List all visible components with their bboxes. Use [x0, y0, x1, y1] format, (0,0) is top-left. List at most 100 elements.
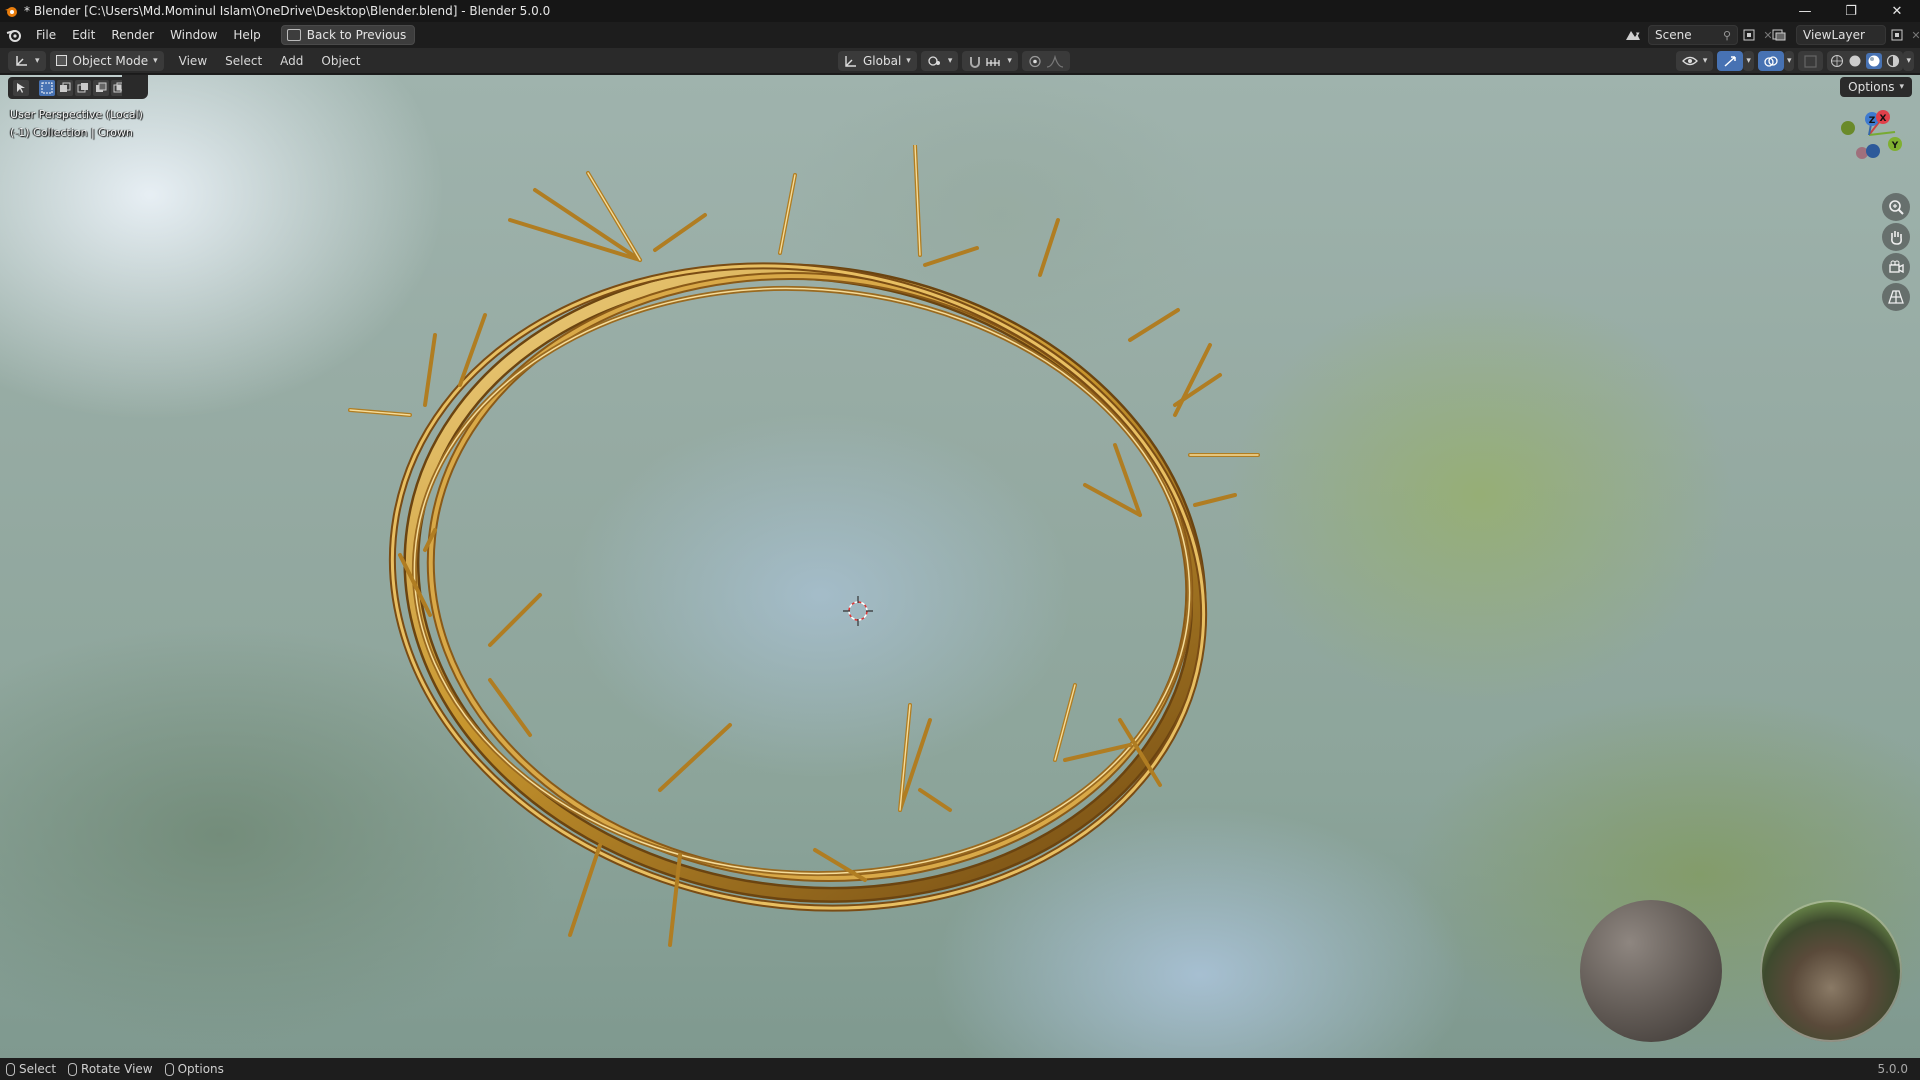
back-to-previous-button[interactable]: Back to Previous	[280, 25, 416, 45]
gizmos-toggle[interactable]	[1717, 51, 1744, 71]
tweak-tool-icon[interactable]	[13, 80, 29, 96]
proportional-editing-toggle[interactable]	[1021, 51, 1070, 71]
material-preview-shading-button[interactable]	[1866, 53, 1883, 69]
status-rotate-hint: Rotate View	[68, 1062, 153, 1076]
toolbar-tab	[122, 75, 148, 99]
material-preview-icon	[1868, 55, 1880, 67]
transform-orientation-dropdown[interactable]: Global ▾	[838, 51, 917, 71]
middle-mouse-icon	[68, 1062, 78, 1076]
gizmo-x-label: X	[1880, 114, 1887, 124]
proportional-edit-icon	[1029, 55, 1041, 67]
select-tool-row	[8, 77, 132, 99]
camera-icon	[1889, 260, 1904, 274]
zoom-icon	[1889, 200, 1904, 215]
overlays-dropdown[interactable]: ▾	[1783, 51, 1795, 71]
object-mode-icon	[55, 55, 67, 66]
maximize-button[interactable]: ❐	[1828, 0, 1874, 22]
viewport-header: ▾ Object Mode ▾ View Select Add Object G…	[0, 48, 1920, 74]
rendered-shading-icon[interactable]	[1886, 54, 1900, 68]
hdri-sphere-preview	[1760, 900, 1902, 1042]
select-difference-icon[interactable]	[93, 80, 109, 96]
scene-name: Scene	[1655, 28, 1692, 42]
shading-modes-group	[1827, 51, 1904, 71]
minimize-button[interactable]: —	[1782, 0, 1828, 22]
hand-icon	[1891, 231, 1902, 245]
gizmo-neg-y-circle[interactable]	[1841, 121, 1855, 135]
scene-type-icon[interactable]: ▾	[1618, 25, 1648, 45]
back-to-previous-label: Back to Previous	[306, 28, 407, 42]
window-title: * Blender [C:\Users\Md.Mominul Islam\One…	[24, 4, 551, 18]
gizmo-icon	[1724, 55, 1737, 67]
crown-of-thorns-model[interactable]	[340, 145, 1380, 1058]
gizmo-z-label: Z	[1869, 116, 1876, 126]
viewport-options-label: Options	[1848, 80, 1895, 94]
right-mouse-icon	[164, 1062, 174, 1076]
perspective-toggle-button[interactable]	[1882, 283, 1910, 311]
falloff-icon	[1046, 54, 1063, 68]
viewport-options-button[interactable]: Options ▾	[1840, 77, 1912, 97]
orientation-icon	[845, 55, 856, 67]
pan-view-button[interactable]	[1882, 223, 1910, 251]
overlays-toggle[interactable]	[1757, 51, 1784, 71]
blender-app-icon	[0, 0, 22, 22]
snap-toggle[interactable]: ▾	[962, 51, 1018, 71]
3d-viewport[interactable]: User Perspective (Local) (-1) Collection…	[0, 75, 1920, 1058]
wireframe-shading-icon[interactable]	[1830, 54, 1844, 68]
viewlayer-icon[interactable]	[1766, 25, 1796, 45]
close-button[interactable]: ✕	[1874, 0, 1920, 22]
solid-sphere-preview	[1580, 900, 1722, 1042]
navigation-gizmo[interactable]: Z X Y	[1826, 97, 1912, 167]
status-options-hint: Options	[164, 1062, 224, 1076]
new-scene-icon[interactable]	[1738, 25, 1760, 45]
menu-edit[interactable]: Edit	[64, 24, 103, 46]
status-select-hint: Select	[6, 1062, 56, 1076]
blender-logo-icon[interactable]	[0, 22, 28, 48]
zoom-view-button[interactable]	[1882, 193, 1910, 221]
gizmo-neg-z-circle[interactable]	[1866, 144, 1880, 158]
gizmos-dropdown[interactable]: ▾	[1743, 51, 1754, 71]
svg-text:▾: ▾	[1636, 30, 1640, 38]
new-viewlayer-icon[interactable]	[1886, 25, 1908, 45]
eye-icon	[1681, 56, 1698, 66]
shading-dropdown[interactable]: ▾	[1903, 51, 1914, 71]
scene-name-field[interactable]: Scene ⚲	[1648, 25, 1738, 45]
header-menu-object[interactable]: Object	[312, 54, 369, 68]
menu-file[interactable]: File	[28, 24, 64, 46]
viewport-info: User Perspective (Local) (-1) Collection…	[10, 106, 143, 142]
header-menu-select[interactable]: Select	[216, 54, 271, 68]
window-titlebar: * Blender [C:\Users\Md.Mominul Islam\One…	[0, 0, 1920, 22]
delete-viewlayer-icon[interactable]: ✕	[1908, 25, 1920, 45]
overlays-icon	[1764, 55, 1778, 67]
status-options-label: Options	[177, 1062, 224, 1076]
header-menu-view[interactable]: View	[170, 54, 216, 68]
status-rotate-label: Rotate View	[81, 1062, 153, 1076]
snap-increment-icon	[986, 57, 1000, 66]
viewlayer-name: ViewLayer	[1803, 28, 1865, 42]
xray-icon	[1804, 54, 1818, 68]
select-extend-icon[interactable]	[57, 80, 73, 96]
select-box-icon[interactable]	[39, 80, 55, 96]
visibility-selectability-dropdown[interactable]: ▾	[1675, 51, 1714, 71]
scene-selector: ▾ Scene ⚲ ✕	[1618, 24, 1776, 46]
blender-version: 5.0.0	[1877, 1062, 1908, 1076]
solid-shading-icon[interactable]	[1848, 54, 1862, 68]
menu-window[interactable]: Window	[162, 24, 225, 46]
viewlayer-name-field[interactable]: ViewLayer	[1796, 25, 1886, 45]
pin-icon[interactable]: ⚲	[1723, 29, 1731, 42]
pivot-point-dropdown[interactable]: ▾	[920, 51, 959, 71]
xray-toggle[interactable]	[1798, 51, 1824, 71]
editor-type-button[interactable]: ▾	[8, 50, 46, 71]
active-object-text: (-1) Collection | Crown	[10, 126, 133, 139]
screen-icon	[286, 29, 301, 41]
header-menu-add[interactable]: Add	[271, 54, 312, 68]
camera-view-button[interactable]	[1882, 253, 1910, 281]
select-subtract-icon[interactable]	[75, 80, 91, 96]
status-bar: Select Rotate View Options 5.0.0	[0, 1058, 1920, 1080]
menu-render[interactable]: Render	[103, 24, 162, 46]
left-mouse-icon	[6, 1062, 15, 1076]
gizmo-neg-x-circle[interactable]	[1856, 147, 1868, 159]
3d-viewport-icon	[16, 55, 27, 66]
status-select-label: Select	[19, 1062, 57, 1076]
object-mode-dropdown[interactable]: Object Mode ▾	[49, 50, 164, 71]
menu-help[interactable]: Help	[225, 24, 268, 46]
